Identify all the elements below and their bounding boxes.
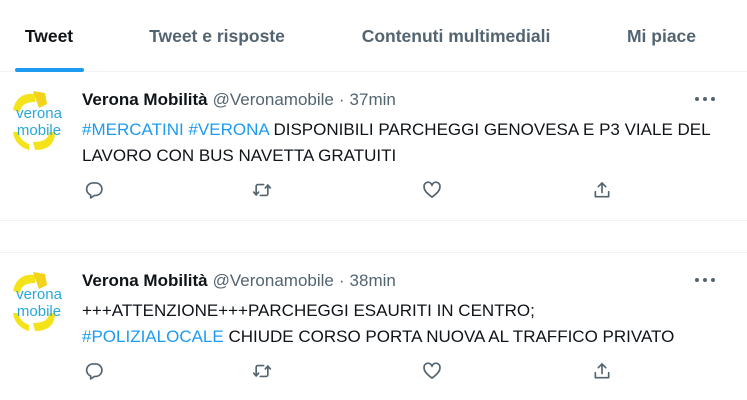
author-handle[interactable]: @Veronamobile xyxy=(213,90,334,110)
more-icon[interactable] xyxy=(695,273,715,287)
tweet-time[interactable]: 38min xyxy=(350,271,396,291)
tweet[interactable]: verona mobile Verona Mobilità @Veronamob… xyxy=(0,72,747,221)
separator-dot: · xyxy=(338,271,345,290)
tab-contenuti-multimediali[interactable]: Contenuti multimediali xyxy=(336,0,576,72)
timeline-spacer xyxy=(0,221,747,253)
profile-tabs: Tweet Tweet e risposte Contenuti multime… xyxy=(0,0,747,72)
avatar[interactable]: verona mobile xyxy=(5,88,71,154)
avatar-text-line1: verona xyxy=(16,105,63,122)
hashtag-link[interactable]: #MERCATINI xyxy=(82,120,184,139)
text-segment: +++ATTENZIONE+++PARCHEGGI ESAURITI IN CE… xyxy=(82,301,535,320)
hashtag-link[interactable]: #POLIZIALOCALE xyxy=(82,327,224,346)
tab-label: Mi piace xyxy=(626,25,697,46)
avatar[interactable]: verona mobile xyxy=(5,269,71,335)
tab-mi-piace[interactable]: Mi piace xyxy=(576,0,747,72)
tab-label: Contenuti multimediali xyxy=(361,25,551,46)
tab-tweet-e-risposte[interactable]: Tweet e risposte xyxy=(98,0,336,72)
like-icon[interactable] xyxy=(420,359,444,383)
tab-label: Tweet e risposte xyxy=(149,25,285,46)
text-segment: CHIUDE CORSO PORTA NUOVA AL TRAFFICO PRI… xyxy=(223,327,675,346)
share-icon[interactable] xyxy=(590,178,614,202)
tab-tweet[interactable]: Tweet xyxy=(0,0,98,72)
author-name[interactable]: Verona Mobilità xyxy=(82,90,208,110)
separator-dot: · xyxy=(338,90,345,109)
hashtag-link[interactable]: #VERONA xyxy=(188,120,268,139)
tweet-text: +++ATTENZIONE+++PARCHEGGI ESAURITI IN CE… xyxy=(82,298,732,350)
tweet-time[interactable]: 37min xyxy=(350,90,396,110)
retweet-icon[interactable] xyxy=(250,178,274,202)
reply-icon[interactable] xyxy=(82,359,106,383)
retweet-icon[interactable] xyxy=(250,359,274,383)
tweet-header: Verona Mobilità @Veronamobile · 37min xyxy=(82,89,396,111)
author-handle[interactable]: @Veronamobile xyxy=(213,271,334,291)
more-icon[interactable] xyxy=(695,92,715,106)
tweet-actions xyxy=(82,178,622,202)
tab-label: Tweet xyxy=(24,25,74,46)
tweet[interactable]: verona mobile Verona Mobilità @Veronamob… xyxy=(0,253,747,400)
tweet-text: #MERCATINI #VERONA DISPONIBILI PARCHEGGI… xyxy=(82,117,732,169)
tweet-header: Verona Mobilità @Veronamobile · 38min xyxy=(82,270,396,292)
author-name[interactable]: Verona Mobilità xyxy=(82,271,208,291)
avatar-text-line2: mobile xyxy=(17,122,61,139)
share-icon[interactable] xyxy=(590,359,614,383)
avatar-text-line1: verona xyxy=(16,286,63,303)
tweet-actions xyxy=(82,359,622,383)
like-icon[interactable] xyxy=(420,178,444,202)
avatar-text-line2: mobile xyxy=(17,303,61,320)
reply-icon[interactable] xyxy=(82,178,106,202)
